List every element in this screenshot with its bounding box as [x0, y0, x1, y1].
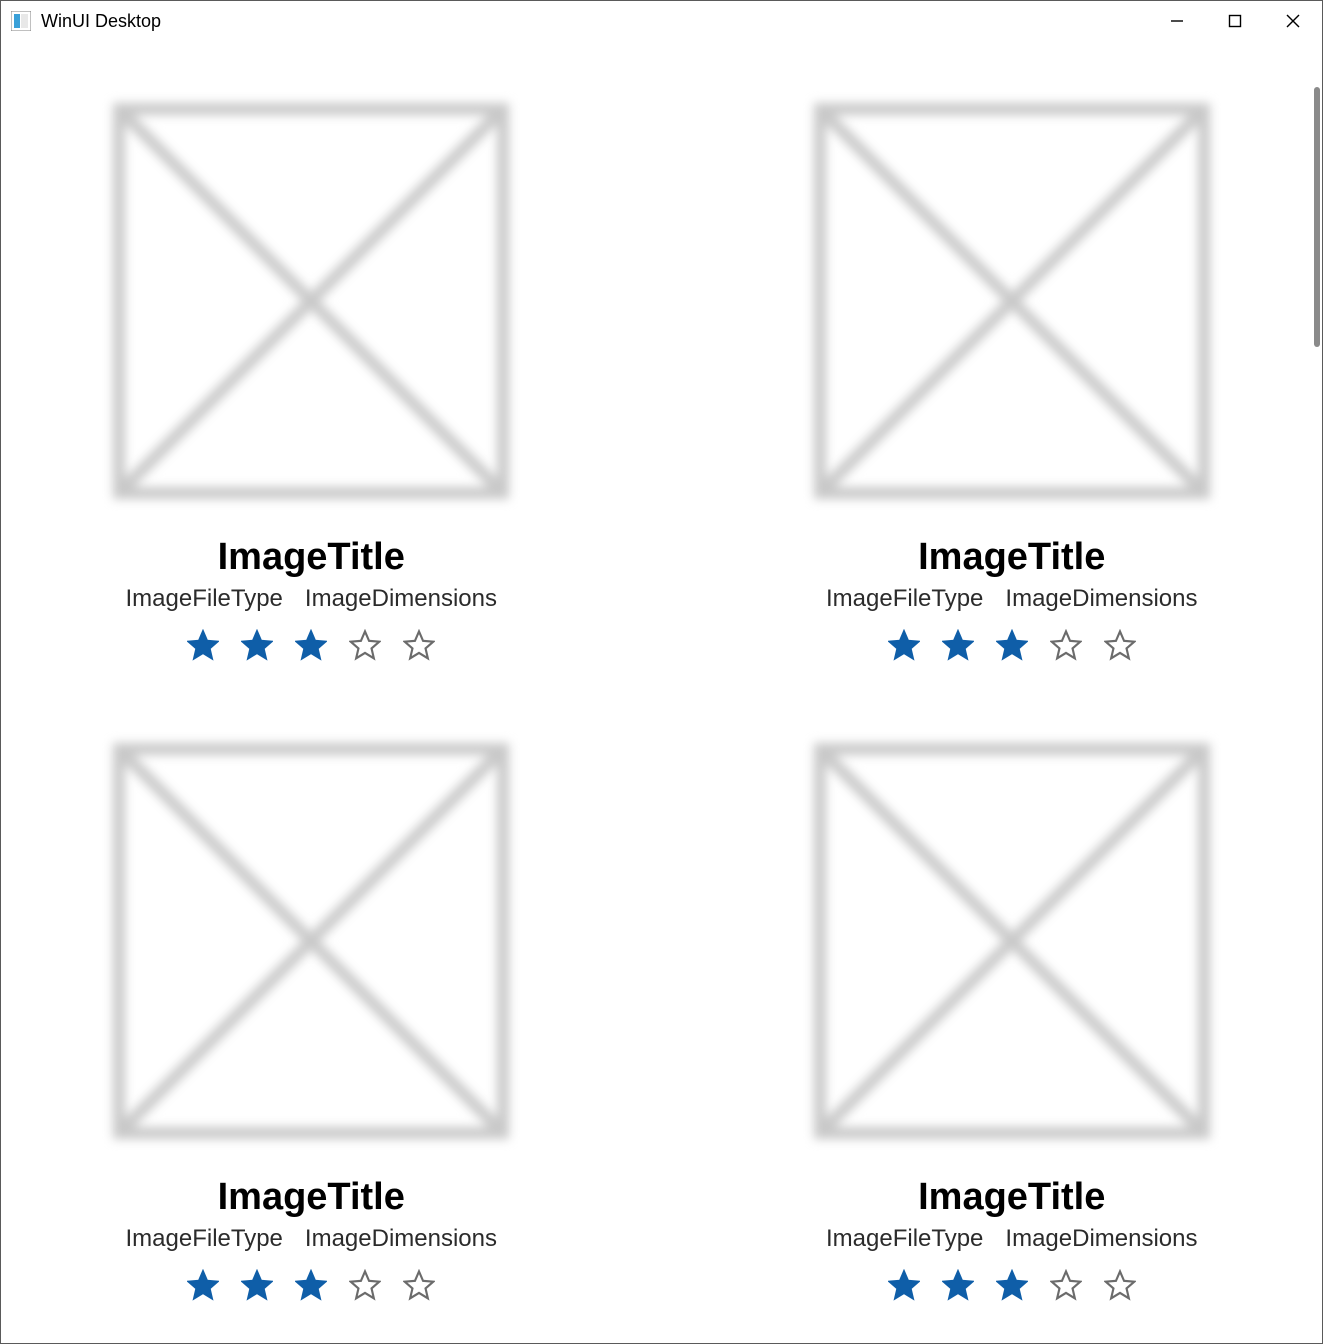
app-window: WinUI Desktop ImageTitleImageFileTypeIma…: [0, 0, 1323, 1344]
image-file-type: ImageFileType: [826, 585, 983, 613]
rating-control[interactable]: [888, 1269, 1136, 1301]
star-empty-icon[interactable]: [1050, 1269, 1082, 1301]
image-placeholder-icon: [111, 741, 511, 1136]
image-meta: ImageFileType ImageDimensions: [126, 585, 498, 613]
rating-control[interactable]: [888, 629, 1136, 661]
star-filled-icon[interactable]: [295, 1269, 327, 1301]
star-filled-icon[interactable]: [942, 629, 974, 661]
window-title: WinUI Desktop: [41, 11, 161, 32]
maximize-button[interactable]: [1206, 1, 1264, 41]
minimize-button[interactable]: [1148, 1, 1206, 41]
image-meta: ImageFileType ImageDimensions: [826, 1225, 1198, 1253]
star-empty-icon[interactable]: [1104, 629, 1136, 661]
image-card[interactable]: ImageTitle ImageFileType ImageDimensions: [812, 101, 1212, 661]
star-filled-icon[interactable]: [295, 629, 327, 661]
star-filled-icon[interactable]: [241, 1269, 273, 1301]
star-filled-icon[interactable]: [996, 629, 1028, 661]
image-meta: ImageFileType ImageDimensions: [126, 1225, 498, 1253]
star-empty-icon[interactable]: [1050, 629, 1082, 661]
app-icon: [11, 11, 31, 31]
image-card[interactable]: ImageTitle ImageFileType ImageDimensions: [111, 741, 511, 1301]
star-empty-icon[interactable]: [1104, 1269, 1136, 1301]
titlebar-left: WinUI Desktop: [11, 11, 161, 32]
client-area: ImageTitle ImageFileType ImageDimensions I…: [1, 41, 1322, 1343]
star-empty-icon[interactable]: [349, 629, 381, 661]
star-filled-icon[interactable]: [187, 629, 219, 661]
image-dimensions: ImageDimensions: [1005, 585, 1197, 613]
image-dimensions: ImageDimensions: [305, 585, 497, 613]
star-filled-icon[interactable]: [241, 629, 273, 661]
star-filled-icon[interactable]: [888, 1269, 920, 1301]
image-file-type: ImageFileType: [826, 1225, 983, 1253]
image-placeholder-icon: [812, 741, 1212, 1136]
star-filled-icon[interactable]: [942, 1269, 974, 1301]
image-file-type: ImageFileType: [126, 1225, 283, 1253]
image-card[interactable]: ImageTitle ImageFileType ImageDimensions: [812, 741, 1212, 1301]
image-placeholder-icon: [812, 101, 1212, 496]
image-dimensions: ImageDimensions: [305, 1225, 497, 1253]
rating-control[interactable]: [187, 629, 435, 661]
star-filled-icon[interactable]: [888, 629, 920, 661]
titlebar: WinUI Desktop: [1, 1, 1322, 41]
star-empty-icon[interactable]: [403, 1269, 435, 1301]
image-grid: ImageTitle ImageFileType ImageDimensions I…: [21, 101, 1302, 1301]
star-empty-icon[interactable]: [349, 1269, 381, 1301]
image-placeholder-icon: [111, 101, 511, 496]
close-button[interactable]: [1264, 1, 1322, 41]
image-dimensions: ImageDimensions: [1005, 1225, 1197, 1253]
image-title: ImageTitle: [218, 536, 405, 579]
image-card[interactable]: ImageTitle ImageFileType ImageDimensions: [111, 101, 511, 661]
star-empty-icon[interactable]: [403, 629, 435, 661]
star-filled-icon[interactable]: [187, 1269, 219, 1301]
image-title: ImageTitle: [218, 1176, 405, 1219]
image-file-type: ImageFileType: [126, 585, 283, 613]
star-filled-icon[interactable]: [996, 1269, 1028, 1301]
rating-control[interactable]: [187, 1269, 435, 1301]
window-controls: [1148, 1, 1322, 41]
image-title: ImageTitle: [918, 1176, 1105, 1219]
image-meta: ImageFileType ImageDimensions: [826, 585, 1198, 613]
image-title: ImageTitle: [918, 536, 1105, 579]
scrollbar-thumb[interactable]: [1314, 87, 1320, 347]
